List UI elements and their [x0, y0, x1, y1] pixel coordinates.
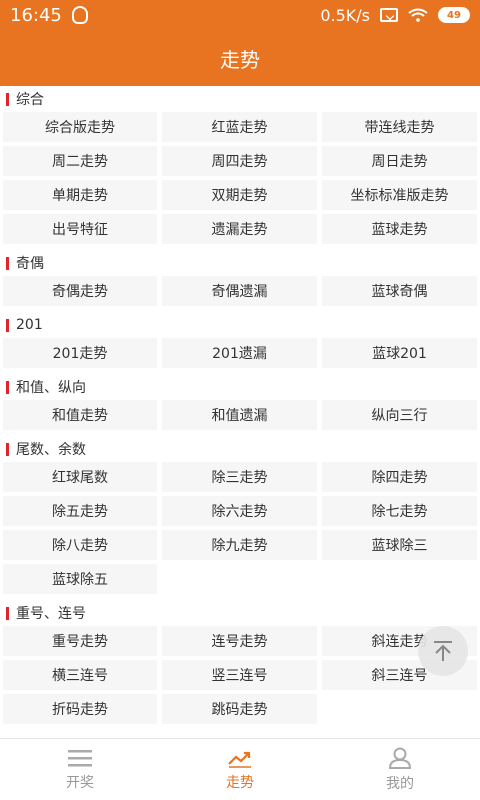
trend-item-button[interactable]: 周二走势 — [3, 146, 157, 176]
trend-item-button[interactable]: 蓝球除三 — [322, 530, 477, 560]
trend-item-button[interactable]: 折码走势 — [3, 694, 157, 724]
arrow-up-icon — [434, 641, 452, 661]
section-marker — [6, 606, 9, 620]
trend-item-button[interactable]: 单期走势 — [3, 180, 157, 210]
section-title: 尾数、余数 — [16, 442, 86, 458]
section-header: 重号、连号 — [0, 600, 480, 626]
section-grid: 201走势 201遗漏 蓝球201 — [0, 338, 480, 368]
trend-item-button[interactable]: 和值遗漏 — [162, 400, 317, 430]
trend-item-button[interactable]: 蓝球除五 — [3, 564, 157, 594]
section-header: 和值、纵向 — [0, 374, 480, 400]
section-title: 综合 — [16, 92, 44, 108]
trend-item-button[interactable]: 周日走势 — [322, 146, 477, 176]
section-header: 201 — [0, 312, 480, 338]
section-4: 尾数、余数红球尾数 除三走势 除四走势除五走势 除六走势 除七走势除八走势 除九走势 蓝球除… — [0, 436, 480, 594]
trend-item-button[interactable]: 奇偶遗漏 — [162, 276, 317, 306]
battery-icon: 49 — [438, 7, 470, 23]
trend-item-button[interactable]: 除九走势 — [162, 530, 317, 560]
trend-item-button[interactable]: 双期走势 — [162, 180, 317, 210]
trend-icon — [228, 751, 251, 768]
trend-item-button[interactable]: 竖三连号 — [162, 660, 317, 690]
section-grid: 红球尾数 除三走势 除四走势除五走势 除六走势 除七走势除八走势 除九走势 蓝球除三蓝球除五 — [0, 462, 480, 594]
section-marker — [6, 92, 9, 106]
section-3: 和值、纵向和值走势 和值遗漏 纵向三行 — [0, 374, 480, 430]
section-header: 综合 — [0, 86, 480, 112]
trend-item-button[interactable]: 蓝球奇偶 — [322, 276, 477, 306]
status-time: 16:45 — [10, 4, 62, 26]
trend-item-button[interactable]: 红蓝走势 — [162, 112, 317, 142]
trend-item-button[interactable]: 201走势 — [3, 338, 157, 368]
section-title: 和值、纵向 — [16, 380, 86, 396]
section-1: 奇偶奇偶走势 奇偶遗漏 蓝球奇偶 — [0, 250, 480, 306]
trend-item-button[interactable]: 跳码走势 — [162, 694, 317, 724]
section-2: 201 201走势 201遗漏 蓝球201 — [0, 312, 480, 368]
network-speed: 0.5K/s — [320, 5, 370, 25]
trend-item-button[interactable]: 除五走势 — [3, 496, 157, 526]
tab-label: 开奖 — [66, 774, 94, 791]
trend-item-button[interactable]: 遗漏走势 — [162, 214, 317, 244]
section-marker — [6, 380, 9, 394]
trend-item-button[interactable]: 奇偶走势 — [3, 276, 157, 306]
status-bar: 16:45 0.5K/s 49 — [0, 0, 480, 30]
section-grid: 综合版走势 红蓝走势 带连线走势周二走势 周四走势 周日走势单期走势 双期走势 坐标标准版走… — [0, 112, 480, 244]
trend-item-button[interactable]: 除六走势 — [162, 496, 317, 526]
section-grid: 奇偶走势 奇偶遗漏 蓝球奇偶 — [0, 276, 480, 306]
section-0: 综合综合版走势 红蓝走势 带连线走势周二走势 周四走势 周日走势单期走势 双期走势 坐标标准… — [0, 86, 480, 244]
wifi-icon — [408, 8, 428, 22]
section-title: 奇偶 — [16, 256, 44, 272]
section-header: 尾数、余数 — [0, 436, 480, 462]
trend-item-button[interactable]: 坐标标准版走势 — [322, 180, 477, 210]
section-marker — [6, 256, 9, 270]
bottom-tab-bar: 开奖 走势 我的 — [0, 738, 480, 800]
trend-item-button[interactable]: 综合版走势 — [3, 112, 157, 142]
trend-item-button[interactable]: 周四走势 — [162, 146, 317, 176]
trend-item-button[interactable]: 蓝球201 — [322, 338, 477, 368]
section-5: 重号、连号重号走势 连号走势 斜连走势 横三连号 竖三连号 斜三连号 折码走势 跳码走势 — [0, 600, 480, 724]
trend-item-button[interactable]: 蓝球走势 — [322, 214, 477, 244]
trend-list[interactable]: 综合综合版走势 红蓝走势 带连线走势周二走势 周四走势 周日走势单期走势 双期走势 坐标标准… — [0, 86, 480, 738]
tab-label: 我的 — [386, 775, 414, 792]
tab-trend[interactable]: 走势 — [160, 739, 320, 800]
section-marker — [6, 442, 9, 456]
section-header: 奇偶 — [0, 250, 480, 276]
tab-mine[interactable]: 我的 — [320, 739, 480, 800]
trend-item-button[interactable]: 重号走势 — [3, 626, 157, 656]
user-icon — [388, 747, 412, 769]
trend-item-button[interactable]: 带连线走势 — [322, 112, 477, 142]
menu-icon — [68, 749, 92, 766]
trend-item-button[interactable]: 201遗漏 — [162, 338, 317, 368]
trend-item-button[interactable]: 连号走势 — [162, 626, 317, 656]
message-icon — [380, 8, 398, 22]
qq-icon — [71, 6, 88, 24]
scroll-to-top-button[interactable] — [418, 626, 468, 676]
section-title: 201 — [16, 317, 43, 333]
trend-item-button[interactable]: 横三连号 — [3, 660, 157, 690]
section-marker — [6, 318, 9, 332]
trend-item-button[interactable]: 除四走势 — [322, 462, 477, 492]
section-grid: 和值走势 和值遗漏 纵向三行 — [0, 400, 480, 430]
page-title: 走势 — [0, 30, 480, 86]
trend-item-button[interactable]: 出号特征 — [3, 214, 157, 244]
section-title: 重号、连号 — [16, 606, 86, 622]
trend-item-button[interactable]: 红球尾数 — [3, 462, 157, 492]
trend-item-button[interactable]: 和值走势 — [3, 400, 157, 430]
trend-item-button[interactable]: 除七走势 — [322, 496, 477, 526]
tab-draw[interactable]: 开奖 — [0, 739, 160, 800]
tab-label: 走势 — [226, 774, 254, 791]
trend-item-button[interactable]: 除三走势 — [162, 462, 317, 492]
section-grid: 重号走势 连号走势 斜连走势 横三连号 竖三连号 斜三连号 折码走势 跳码走势 — [0, 626, 480, 724]
trend-item-button[interactable]: 纵向三行 — [322, 400, 477, 430]
trend-item-button[interactable]: 除八走势 — [3, 530, 157, 560]
